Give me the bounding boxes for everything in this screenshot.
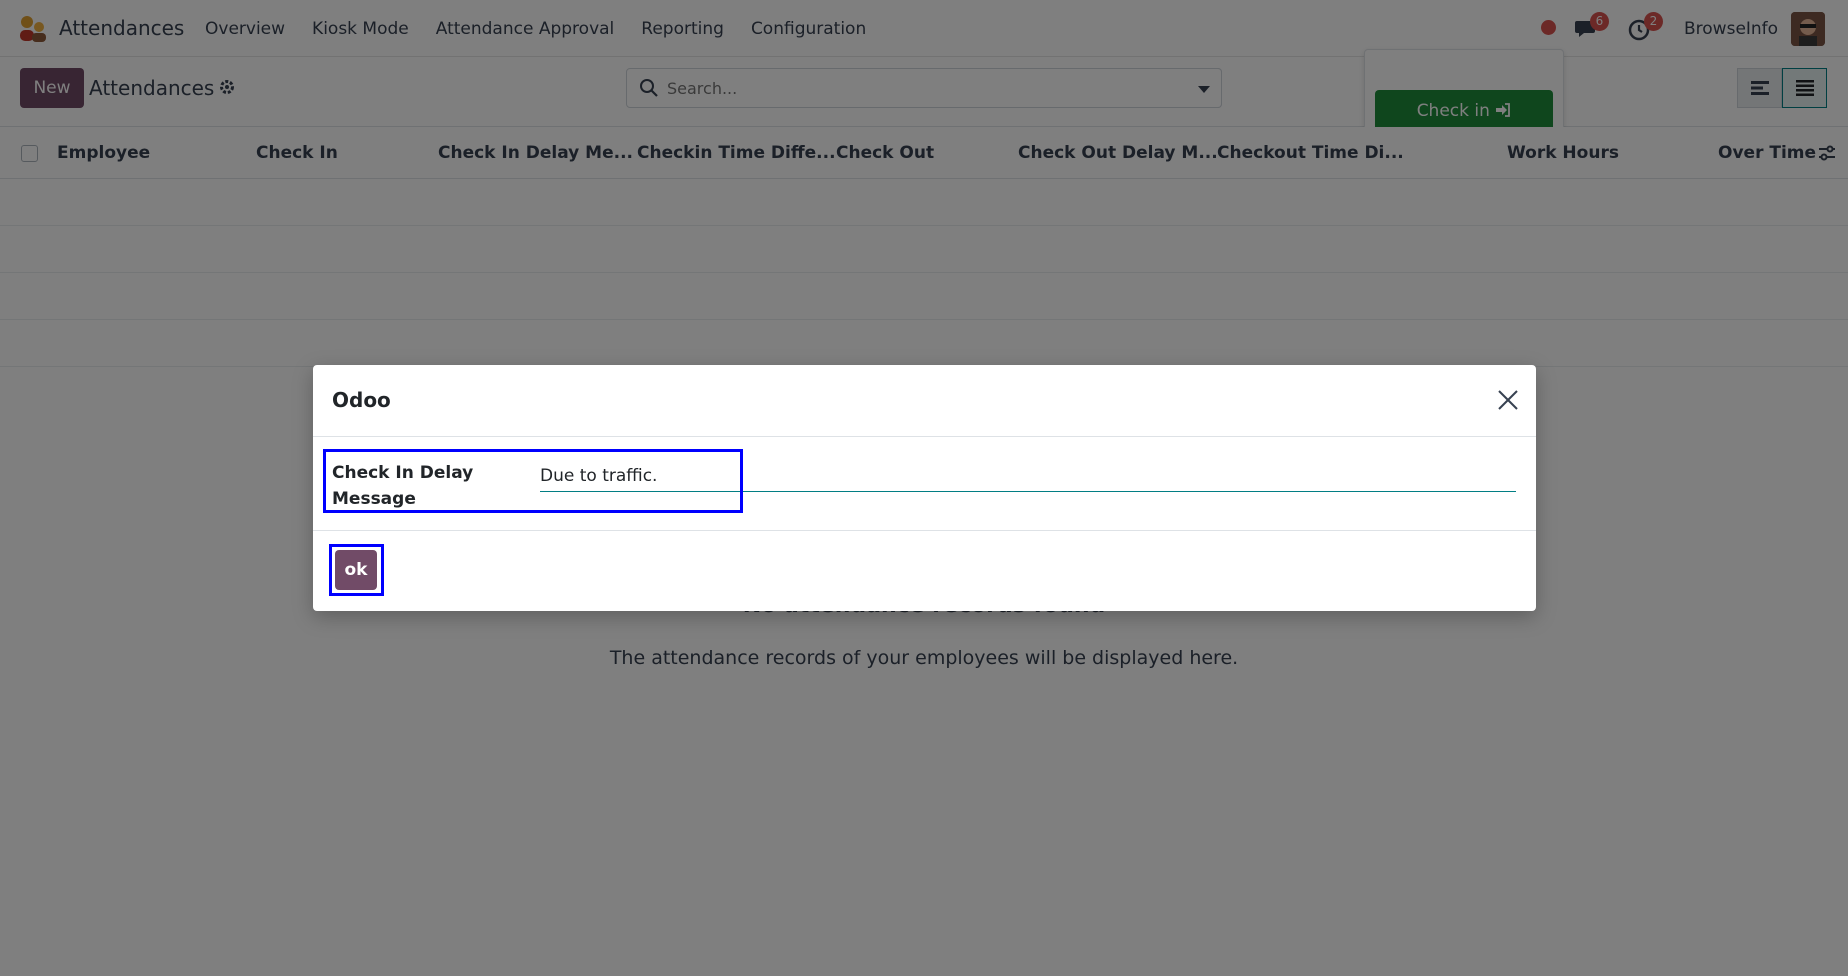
delay-message-dialog: Odoo Check In Delay Message ok bbox=[313, 365, 1536, 611]
close-icon[interactable] bbox=[1495, 387, 1521, 413]
dialog-footer: ok bbox=[313, 530, 1536, 611]
dialog-title: Odoo bbox=[332, 388, 391, 412]
dialog-header: Odoo bbox=[313, 365, 1536, 437]
field-highlight-box bbox=[323, 449, 743, 513]
ok-highlight-box bbox=[329, 544, 384, 596]
